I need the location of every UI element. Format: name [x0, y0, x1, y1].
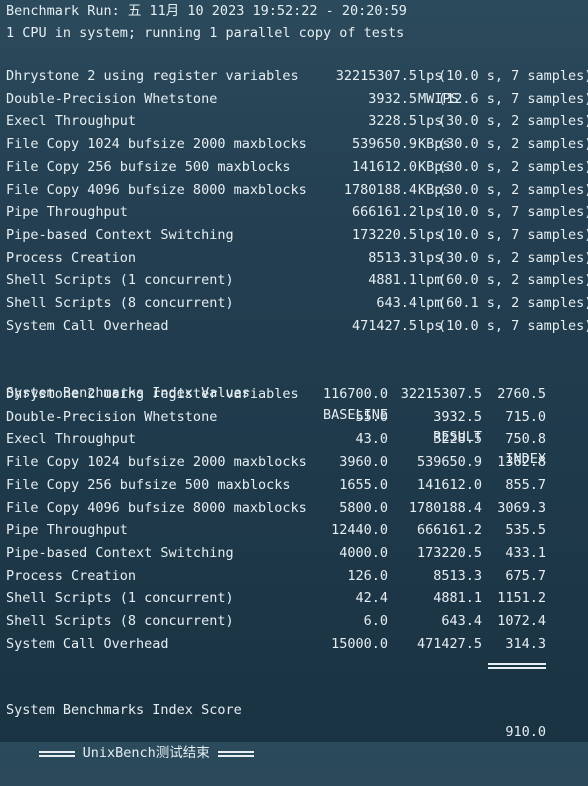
index-row-index: 1362.8: [497, 454, 546, 471]
index-row-name: Shell Scripts (8 concurrent): [6, 613, 234, 629]
result-name: Dhrystone 2 using register variables: [6, 68, 299, 84]
result-name: Pipe Throughput: [6, 204, 128, 221]
index-row: File Copy 4096 bufsize 8000 maxblocks 580…: [6, 497, 582, 519]
result-name: Double-Precision Whetstone: [6, 90, 218, 107]
result-row: Dhrystone 2 using register variables 3221…: [6, 65, 588, 87]
result-row: Shell Scripts (8 concurrent) 643.4 lpm (60.…: [6, 292, 588, 314]
index-row-index: 314.3: [505, 635, 546, 652]
result-detail: (30.0 s, 2 samples): [438, 181, 588, 198]
index-row: Pipe-based Context Switching 4000.0 173220…: [6, 542, 582, 564]
index-row-index: 433.1: [505, 544, 546, 561]
index-row-index: 750.8: [505, 431, 546, 448]
result-row: Process Creation 8513.3 lps (30.0 s, 2 samp…: [6, 247, 588, 269]
index-row: Process Creation 126.0 8513.3 675.7: [6, 565, 582, 587]
result-name: Execl Throughput: [6, 113, 137, 130]
result-value: 3932.5: [368, 90, 417, 107]
result-detail: (10.0 s, 7 samples): [438, 204, 588, 221]
index-row-name: Shell Scripts (1 concurrent): [6, 590, 234, 607]
index-row-name: Double-Precision Whetstone: [6, 408, 218, 425]
result-value: 471427.5: [351, 317, 417, 334]
result-name: Shell Scripts (8 concurrent): [6, 295, 234, 311]
result-name: File Copy 1024 bufsize 2000 maxblocks: [6, 136, 307, 153]
index-row: Dhrystone 2 using register variables 1167…: [6, 383, 582, 405]
result-value: 3228.5: [368, 113, 417, 130]
result-value: 539650.9: [351, 136, 417, 153]
result-detail: (30.0 s, 2 samples): [438, 158, 588, 175]
index-row: Double-Precision Whetstone 55.0 3932.5 715.…: [6, 406, 582, 428]
index-row: File Copy 1024 bufsize 2000 maxblocks 396…: [6, 451, 582, 473]
terminal-output: Benchmark Run: 五 11月 10 2023 19:52:22 - …: [6, 0, 588, 761]
index-row: Execl Throughput 43.0 3228.5 750.8: [6, 428, 582, 450]
index-row-index: 675.7: [505, 567, 546, 584]
result-detail: (10.0 s, 7 samples): [438, 226, 588, 243]
result-name: File Copy 4096 bufsize 8000 maxblocks: [6, 181, 307, 198]
result-row: Pipe-based Context Switching 173220.5 lps(…: [6, 224, 588, 246]
index-row: System Call Overhead 15000.0 471427.5 314.3: [6, 633, 582, 655]
index-row-index: 855.7: [505, 476, 546, 493]
result-detail: (60.0 s, 2 samples): [438, 272, 588, 289]
result-detail: (30.0 s, 2 samples): [438, 113, 588, 130]
cpu-info-line: 1 CPU in system; running 1 parallel copy…: [6, 25, 405, 41]
result-name: Pipe-based Context Switching: [6, 226, 234, 243]
result-row: System Call Overhead 471427.5 lps (10.0 s, …: [6, 315, 588, 337]
result-detail: (30.0 s, 2 samples): [438, 136, 588, 153]
footer-right-rule: [217, 742, 254, 764]
result-name: File Copy 256 bufsize 500 maxblocks: [6, 158, 291, 175]
result-name: Process Creation: [6, 249, 137, 266]
index-row-index: 3069.3: [497, 499, 546, 516]
result-row: Pipe Throughput 666161.2 lps (10.0 s, 7 sam…: [6, 201, 588, 223]
index-row-name: Pipe-based Context Switching: [6, 544, 234, 561]
index-table-header: System Benchmarks Index Values BASELINE …: [6, 360, 582, 467]
index-row: Shell Scripts (8 concurrent) 6.0 643.4 1072…: [6, 610, 582, 632]
result-name: System Call Overhead: [6, 317, 169, 334]
result-row: Double-Precision Whetstone 3932.5 MWIPS (12…: [6, 88, 588, 110]
result-value: 32215307.5: [335, 68, 417, 84]
index-row: Shell Scripts (1 concurrent) 42.4 4881.1 11…: [6, 587, 582, 609]
benchmark-run-line: Benchmark Run: 五 11月 10 2023 19:52:22 - …: [6, 3, 407, 19]
result-row: Shell Scripts (1 concurrent) 4881.1 lpm (60…: [6, 269, 588, 291]
index-row-name: File Copy 1024 bufsize 2000 maxblocks: [6, 454, 307, 471]
index-row: Pipe Throughput 12440.0 666161.2 535.5: [6, 519, 582, 541]
footer-text: UnixBench测试结束: [82, 745, 210, 761]
index-row-name: Process Creation: [6, 567, 137, 584]
score-separator: [488, 654, 546, 676]
result-value: 643.4: [376, 295, 417, 311]
result-value: 141612.0: [351, 158, 417, 175]
result-value: 173220.5: [351, 226, 417, 243]
index-row-name: Execl Throughput: [6, 431, 137, 448]
result-name: Shell Scripts (1 concurrent): [6, 272, 234, 289]
index-score-value: 910.0: [505, 724, 546, 740]
index-row-name: File Copy 4096 bufsize 8000 maxblocks: [6, 499, 307, 516]
result-value: 8513.3: [368, 249, 417, 266]
index-row-index: 715.0: [505, 408, 546, 425]
index-score-line: System Benchmarks Index Score 910.0: [6, 677, 582, 740]
index-row: File Copy 256 bufsize 500 maxblocks 1655.…: [6, 474, 582, 496]
result-value: 4881.1: [368, 272, 417, 289]
result-detail: (60.1 s, 2 samples): [438, 295, 588, 311]
index-row-index: 1072.4: [497, 613, 546, 629]
result-detail: (10.0 s, 7 samples): [438, 68, 588, 84]
footer-left-rule: [38, 742, 75, 764]
index-row-index: 1151.2: [497, 590, 546, 607]
index-score-label: System Benchmarks Index Score: [6, 702, 242, 718]
result-row: File Copy 1024 bufsize 2000 maxblocks 539…: [6, 133, 588, 155]
result-value: 666161.2: [351, 204, 417, 221]
result-value: 1780188.4: [343, 181, 417, 198]
index-row-name: File Copy 256 bufsize 500 maxblocks: [6, 476, 291, 493]
index-row-name: Pipe Throughput: [6, 522, 128, 539]
result-detail: (10.0 s, 7 samples): [438, 317, 588, 334]
result-row: File Copy 4096 bufsize 8000 maxblocks 178…: [6, 179, 588, 201]
index-row-name: System Call Overhead: [6, 635, 169, 652]
footer-line: UnixBench测试结束: [6, 720, 254, 761]
index-row-index: 535.5: [505, 522, 546, 539]
result-row: File Copy 256 bufsize 500 maxblocks 14161…: [6, 156, 588, 178]
index-row-index: 2760.5: [497, 386, 546, 402]
index-row-name: Dhrystone 2 using register variables: [6, 386, 299, 402]
result-detail: (30.0 s, 2 samples): [438, 249, 588, 266]
result-detail: (12.6 s, 7 samples): [438, 90, 588, 107]
result-row: Execl Throughput 3228.5 lps (30.0 s, 2 samp…: [6, 110, 588, 132]
